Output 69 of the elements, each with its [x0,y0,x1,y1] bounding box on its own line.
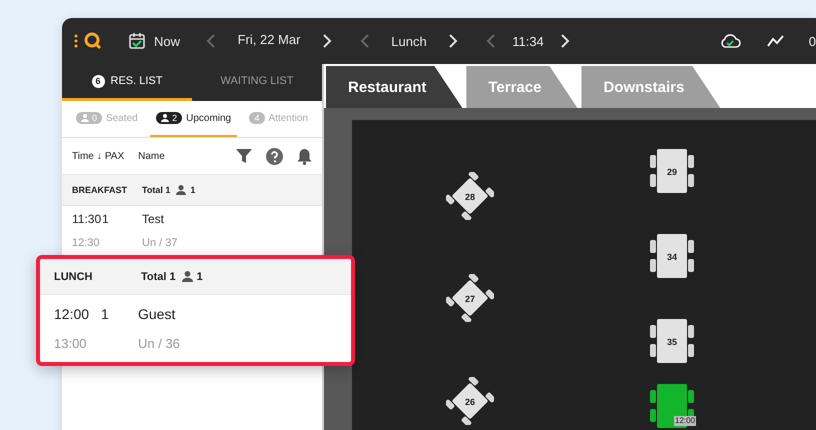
reservation-time-label: 12:00 [674,416,696,426]
table-drawing: 29 [648,147,696,195]
table-drawing: 34 [648,232,696,280]
chevron-right-icon [560,33,570,49]
table-assignment: Un / 36 [138,336,180,350]
now-button[interactable]: Now [128,32,180,50]
end-time: 12:30 [72,237,101,249]
table-assignment: Un / 37 [142,237,178,249]
table-drawing: 26 [446,377,494,425]
table-drawing: 27 [446,274,494,322]
person-icon [81,114,89,122]
trend-line-icon [766,34,785,48]
service-picker[interactable]: Lunch [374,34,444,48]
tab-label: WAITING LIST [220,75,294,87]
guest-name: Guest [138,306,176,322]
reservation-time: 11:30 [72,212,102,226]
status-filter-tab[interactable]: 2 Upcoming [150,101,238,137]
chevron-left-icon [486,33,496,49]
time-picker[interactable]: 11:34 [500,34,556,48]
column-header[interactable]: Name [138,150,165,162]
column-header[interactable]: PAX [104,150,124,162]
reservation-row[interactable]: 12:00 1 Guest 13:00 Un / 36 [40,295,351,356]
bell-icon [297,148,312,164]
end-time: 13:00 [54,336,88,350]
party-size: 1 [102,212,110,226]
guest-name: Test [142,212,164,226]
guest-count: 1 [196,270,203,282]
table-drawing: 28 [446,172,494,220]
chevron-left-icon [206,33,216,49]
filter-button[interactable] [236,148,252,164]
filter-label: Upcoming [186,112,232,124]
sort-arrow[interactable]: ↓ [96,150,102,162]
list-tab[interactable]: WAITING LIST [192,64,322,101]
notifications-button[interactable] [297,148,312,164]
filter-icon [236,148,252,164]
group-total: Total 1 [142,185,170,195]
column-header[interactable]: Time [72,150,94,162]
count-badge: 6 [92,74,105,88]
reservation-row[interactable]: 11:301 Test 12:30 Un / 37 [62,206,322,252]
table-drawing: 35 [648,317,696,365]
table-drawing [648,382,696,430]
party-size: 1 [101,306,110,322]
calendar-check-icon [128,32,146,50]
help-button[interactable] [266,148,283,164]
date-picker[interactable]: Fri, 22 Mar [220,32,318,46]
top-bar-text: 0 [808,34,816,48]
filter-label: Attention [268,112,308,124]
chevron-right-icon [448,33,458,49]
help-icon [266,148,283,164]
list-tab[interactable]: 6 RES. LIST [62,64,192,101]
group-total: Total 1 [141,270,176,282]
count-badge: 0 [76,112,102,124]
chevron-left-icon [360,33,370,49]
person-icon [176,185,186,195]
cloud-check-icon [718,33,741,49]
menu-dots-icon [74,34,78,48]
group-name: LUNCH [54,270,94,282]
guest-count: 1 [190,185,196,195]
filter-label: Seated [106,112,138,124]
group-name: BREAKFAST [72,185,128,195]
area-tab[interactable]: Restaurant [326,66,462,108]
person-icon [161,114,170,122]
reservation-time: 12:00 [54,306,90,322]
count-badge: 2 [156,112,182,124]
count-badge: 4 [249,112,264,124]
tab-label: RES. LIST [110,75,162,87]
chevron-right-icon [322,33,332,49]
person-icon [182,271,193,282]
logo-icon [84,32,102,50]
